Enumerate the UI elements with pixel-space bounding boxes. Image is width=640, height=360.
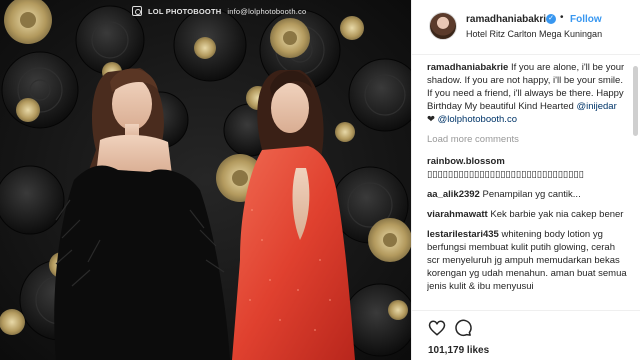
caption-username[interactable]: ramadhaniabakrie <box>427 62 508 73</box>
instagram-post-view: LOL PHOTOBOOTH info@lolphotobooth.co ram… <box>0 0 640 360</box>
watermark-brand: LOL PHOTOBOOTH <box>148 6 222 16</box>
comments-scrollbar[interactable] <box>633 66 638 136</box>
post-details-panel: ramadhaniabakrie ✓ • Follow Hotel Ritz C… <box>411 0 640 360</box>
caption: ramadhaniabakrie If you are alone, i'll … <box>427 61 627 126</box>
comment-item: lestarilestari435 whitening body lotion … <box>427 228 627 293</box>
post-author-username[interactable]: ramadhaniabakrie <box>466 14 552 25</box>
avatar[interactable] <box>429 12 457 40</box>
post-photo[interactable]: LOL PHOTOBOOTH info@lolphotobooth.co <box>0 0 411 360</box>
likes-count[interactable]: 101,179 likes <box>428 345 489 356</box>
comment-item: aa_alik2392 Penampilan yg cantik... <box>427 188 627 201</box>
heart-emoji: ❤ <box>427 114 435 125</box>
photo-illustration <box>0 0 411 360</box>
verified-badge-icon: ✓ <box>546 14 556 24</box>
caption-mention-lolphotobooth[interactable]: @lolphotobooth.co <box>438 114 517 125</box>
heart-icon[interactable] <box>428 319 446 337</box>
comment-icon[interactable] <box>454 319 472 337</box>
comment-username[interactable]: rainbow.blossom <box>427 156 505 167</box>
post-header: ramadhaniabakrie ✓ • Follow Hotel Ritz C… <box>412 0 640 55</box>
post-location[interactable]: Hotel Ritz Carlton Mega Kuningan <box>466 29 602 39</box>
comment-username[interactable]: viarahmawatt <box>427 209 488 220</box>
comment-text: Kek barbie yak nia cakep bener <box>490 209 624 220</box>
load-more-comments-link[interactable]: Load more comments <box>427 133 627 146</box>
comments-list[interactable]: ramadhaniabakrie If you are alone, i'll … <box>427 61 627 305</box>
comment-text: ▯▯▯▯▯▯▯▯▯▯▯▯▯▯▯▯▯▯▯▯▯▯▯▯▯▯▯▯▯▯ <box>427 169 584 180</box>
comment-username[interactable]: aa_alik2392 <box>427 189 480 200</box>
comment-item: rainbow.blossom ▯▯▯▯▯▯▯▯▯▯▯▯▯▯▯▯▯▯▯▯▯▯▯▯… <box>427 155 627 181</box>
comment-item: viarahmawatt Kek barbie yak nia cakep be… <box>427 208 627 221</box>
watermark-email: info@lolphotobooth.co <box>227 6 307 16</box>
comment-username[interactable]: lestarilestari435 <box>427 229 499 240</box>
comment-text: Penampilan yg cantik... <box>482 189 581 200</box>
photobooth-watermark: LOL PHOTOBOOTH info@lolphotobooth.co <box>132 4 306 18</box>
header-separator: • <box>560 12 564 23</box>
follow-button[interactable]: Follow <box>570 14 602 25</box>
photobooth-logo-icon <box>132 6 142 16</box>
caption-mention-inijedar[interactable]: @inijedar <box>576 101 616 112</box>
post-actions: 101,179 likes <box>412 310 640 360</box>
